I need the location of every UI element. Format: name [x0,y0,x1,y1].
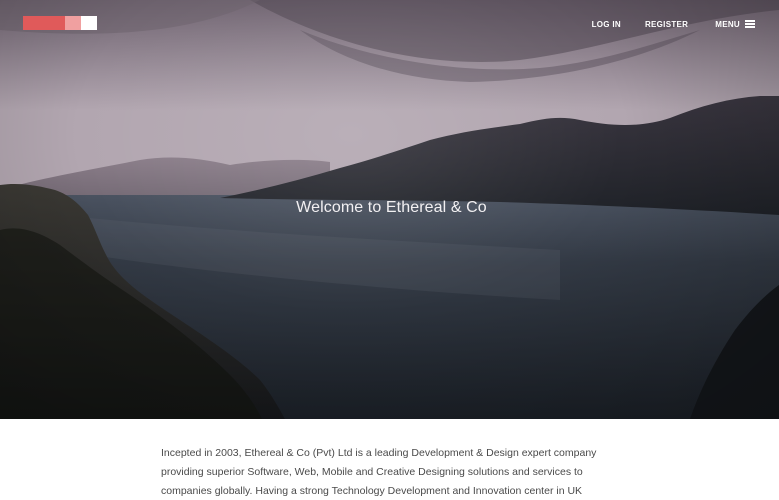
intro-text-line-3: companies globally. Having a strong Tech… [161,485,583,497]
hero-banner: LOG IN REGISTER MENU Welcome to Ethereal… [0,0,779,419]
intro-text-line-1: Incepted in 2003, Ethereal & Co (Pvt) Lt… [161,447,597,459]
intro-text-line-2: providing superior Software, Web, Mobile… [161,466,583,478]
logo-block-secondary [65,16,81,30]
menu-button[interactable]: MENU [715,20,755,29]
hero-title: Welcome to Ethereal & Co [296,199,487,216]
top-navigation: LOG IN REGISTER MENU [592,18,755,30]
logo-block-tertiary [81,16,97,30]
intro-section: Incepted in 2003, Ethereal & Co (Pvt) Lt… [161,444,631,500]
menu-label: MENU [715,19,740,29]
hamburger-icon [745,20,755,28]
login-link[interactable]: LOG IN [592,20,621,29]
page: LOG IN REGISTER MENU Welcome to Ethereal… [0,0,779,500]
register-link[interactable]: REGISTER [645,20,688,29]
logo-block-primary [23,16,65,30]
brand-logo[interactable] [23,16,97,30]
